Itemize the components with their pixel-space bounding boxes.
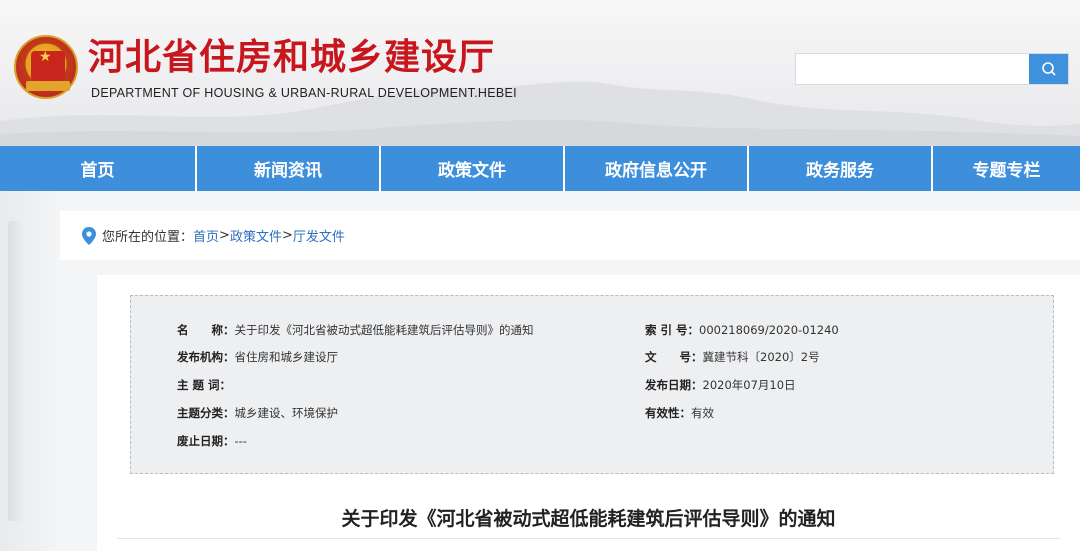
nav-item-policy[interactable]: 政策文件 xyxy=(381,146,563,191)
meta-index-value: 000218069/2020-01240 xyxy=(699,323,839,337)
meta-subject-label: 主 题 词： xyxy=(177,378,232,392)
meta-category-label: 主题分类： xyxy=(177,406,235,420)
main-nav: 首页 新闻资讯 政策文件 政府信息公开 政务服务 专题专栏 xyxy=(0,146,1080,191)
meta-validity-label: 有效性： xyxy=(645,406,691,420)
meta-docno-value: 冀建节科〔2020〕2号 xyxy=(702,350,820,364)
meta-org-row: 发布机构：省住房和城乡建设厅 xyxy=(177,348,338,366)
breadcrumb-separator: > xyxy=(281,228,293,243)
breadcrumb-home[interactable]: 首页 xyxy=(193,226,219,245)
meta-org-label: 发布机构： xyxy=(177,350,235,364)
meta-date-value: 2020年07月10日 xyxy=(702,378,796,392)
site-subtitle: DEPARTMENT OF HOUSING & URBAN-RURAL DEVE… xyxy=(91,86,517,100)
divider xyxy=(117,538,1060,539)
search-input[interactable] xyxy=(796,54,1030,84)
national-emblem-logo: ★ xyxy=(14,35,78,99)
meta-validity-row: 有效性：有效 xyxy=(645,404,714,422)
meta-expire-value: --- xyxy=(234,434,247,448)
search-button[interactable] xyxy=(1029,54,1068,84)
meta-index-row: 索 引 号：000218069/2020-01240 xyxy=(645,321,839,339)
meta-name-value: 关于印发《河北省被动式超低能耗建筑后评估导则》的通知 xyxy=(234,323,534,337)
site-header: ★ 河北省住房和城乡建设厅 DEPARTMENT OF HOUSING & UR… xyxy=(0,0,1080,146)
meta-subject-row: 主 题 词： xyxy=(177,376,231,394)
meta-org-value: 省住房和城乡建设厅 xyxy=(234,350,339,364)
nav-item-services[interactable]: 政务服务 xyxy=(749,146,931,191)
breadcrumb-policy[interactable]: 政策文件 xyxy=(230,226,282,245)
site-title: 河北省住房和城乡建设厅 xyxy=(88,37,496,78)
nav-item-topics[interactable]: 专题专栏 xyxy=(933,146,1080,191)
location-pin-icon xyxy=(82,226,96,245)
breadcrumb-prefix: 您所在的位置： xyxy=(102,230,194,245)
search-icon xyxy=(1041,62,1056,76)
meta-expire-label: 废止日期： xyxy=(177,434,235,448)
search-box xyxy=(795,53,1069,85)
meta-date-label: 发布日期： xyxy=(645,378,703,392)
content-panel: 名 称：关于印发《河北省被动式超低能耗建筑后评估导则》的通知 发布机构：省住房和… xyxy=(97,275,1080,551)
meta-category-row: 主题分类：城乡建设、环境保护 xyxy=(177,404,338,422)
meta-category-value: 城乡建设、环境保护 xyxy=(234,406,339,420)
breadcrumb: 您所在的位置： 首页 > 政策文件 > 厅发文件 xyxy=(60,211,1080,260)
meta-validity-value: 有效 xyxy=(691,406,714,420)
meta-expire-row: 废止日期：--- xyxy=(177,432,247,450)
breadcrumb-dept-docs[interactable]: 厅发文件 xyxy=(293,226,345,245)
nav-item-gov-info[interactable]: 政府信息公开 xyxy=(565,146,747,191)
decorative-pillar xyxy=(0,191,56,551)
document-meta-box: 名 称：关于印发《河北省被动式超低能耗建筑后评估导则》的通知 发布机构：省住房和… xyxy=(130,295,1054,474)
meta-name-row: 名 称：关于印发《河北省被动式超低能耗建筑后评估导则》的通知 xyxy=(177,321,534,339)
breadcrumb-separator: > xyxy=(219,228,230,243)
meta-name-label: 名 称： xyxy=(177,323,235,337)
nav-item-home[interactable]: 首页 xyxy=(0,146,195,191)
meta-docno-label: 文 号： xyxy=(645,350,703,364)
meta-date-row: 发布日期：2020年07月10日 xyxy=(645,376,796,394)
meta-index-label: 索 引 号： xyxy=(645,323,700,337)
nav-item-news[interactable]: 新闻资讯 xyxy=(197,146,379,191)
meta-docno-row: 文 号：冀建节科〔2020〕2号 xyxy=(645,348,820,366)
document-title: 关于印发《河北省被动式超低能耗建筑后评估导则》的通知 xyxy=(341,508,836,530)
